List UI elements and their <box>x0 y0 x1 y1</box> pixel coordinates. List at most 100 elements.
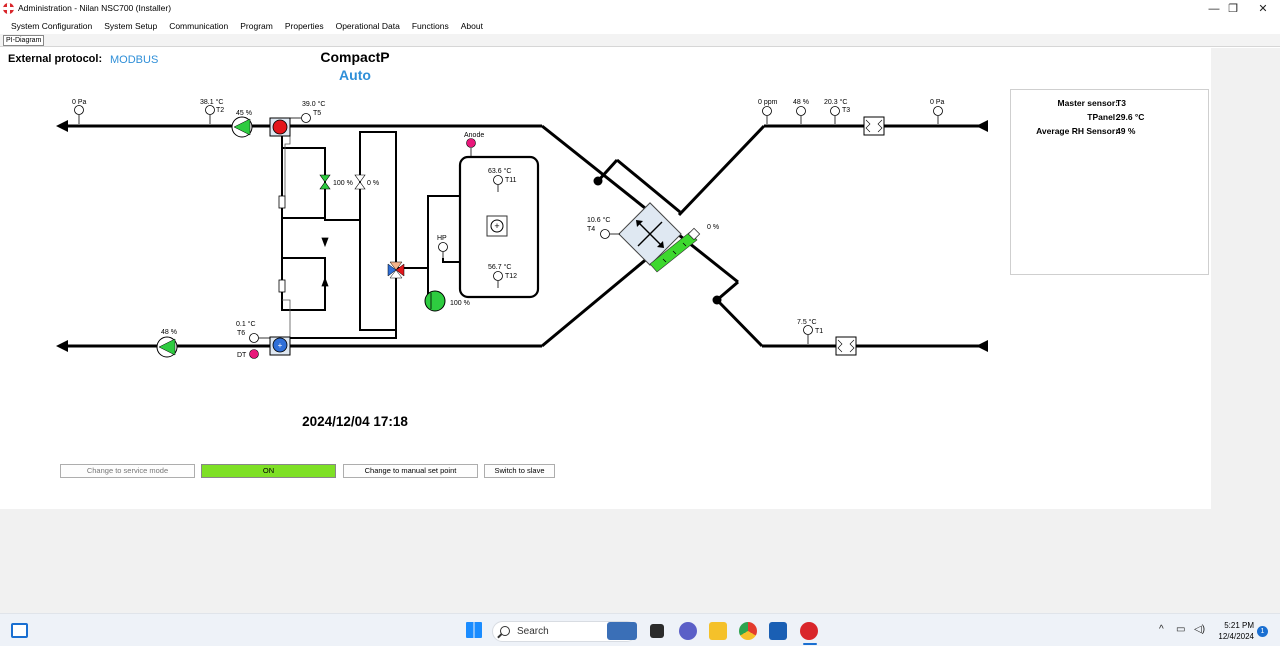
bypass-valve-icon <box>354 174 366 190</box>
task-view-icon[interactable] <box>650 624 664 638</box>
notification-badge[interactable]: 1 <box>1257 626 1268 637</box>
menu-bar: System Configuration System Setup Commun… <box>0 18 1280 34</box>
compressor-icon <box>424 290 446 312</box>
search-icon <box>500 626 510 636</box>
manual-set-point-button[interactable]: Change to manual set point <box>343 464 478 478</box>
t3-label: T3 <box>842 107 850 114</box>
exhaust-fan-icon <box>231 116 253 138</box>
extract-filter-icon <box>863 116 885 136</box>
current-datetime: 2024/12/04 17:18 <box>302 414 408 429</box>
intake-pressure-value: 0 Pa <box>930 99 945 106</box>
t12-label: T12 <box>505 273 517 280</box>
switch-to-slave-button[interactable]: Switch to slave <box>484 464 555 478</box>
t12-value: 56.7 °C <box>488 263 511 271</box>
on-toggle-button[interactable]: ON <box>201 464 336 478</box>
menu-program[interactable]: Program <box>234 18 279 34</box>
menu-system-configuration[interactable]: System Configuration <box>5 18 98 34</box>
menu-system-setup[interactable]: System Setup <box>98 18 163 34</box>
exhaust-outlet-arrow <box>56 120 68 132</box>
bottom-margin <box>0 509 1280 613</box>
heater-red-icon <box>272 119 288 135</box>
svg-text:+: + <box>278 341 283 350</box>
active-app-indicator <box>803 643 817 645</box>
compressor-value: 100 % <box>450 300 470 307</box>
clock-time: 5:21 PM <box>1224 621 1254 630</box>
bypass-damper-value: 0 % <box>707 224 719 231</box>
taskbar: Search ^ ▭ ◁) 5:21 PM 12/4/2024 1 <box>0 613 1280 646</box>
system-clock[interactable]: 5:21 PM 12/4/2024 <box>1208 620 1254 642</box>
t2-value: 38.1 °C <box>200 98 223 106</box>
check-valve-icon <box>278 195 329 293</box>
supply-outlet-arrow <box>56 340 68 352</box>
menu-operational-data[interactable]: Operational Data <box>330 18 406 34</box>
nilan-app-icon[interactable] <box>800 622 818 640</box>
sensor-info-panel: Master sensor: T3 TPanel: 29.6 °C Averag… <box>1010 89 1209 275</box>
t5-value: 39.0 °C <box>302 100 325 108</box>
t1-label: T1 <box>815 328 823 335</box>
t3-value: 20.3 °C <box>824 98 847 106</box>
heat-exchanger-icon <box>618 202 701 273</box>
app-logo-icon <box>3 3 14 14</box>
menu-about[interactable]: About <box>455 18 489 34</box>
exhaust-fan-value: 45 % <box>236 110 252 117</box>
info-row-tpanel: TPanel: 29.6 °C <box>1011 112 1210 124</box>
anode-label: Anode <box>464 132 484 139</box>
close-button[interactable]: ✕ <box>1246 0 1280 18</box>
t6-label: T6 <box>237 330 245 337</box>
search-highlight-icon[interactable] <box>607 622 637 640</box>
expansion-valve-icon <box>319 174 331 190</box>
service-mode-button[interactable]: Change to service mode <box>60 464 195 478</box>
title-bar: Administration - Nilan NSC700 (Installer… <box>0 0 1280 18</box>
t1-value: 7.5 °C <box>797 318 817 326</box>
t11-label: T11 <box>505 177 517 184</box>
info-key: Master sensor: <box>1057 98 1118 108</box>
co2-value: 0 ppm <box>758 99 778 106</box>
supply-fan-value: 48 % <box>161 329 177 336</box>
four-way-valve-icon <box>387 261 405 279</box>
tab-pi-diagram[interactable]: PI-Diagram <box>3 35 45 46</box>
network-icon[interactable]: ▭ <box>1176 624 1185 635</box>
volume-icon[interactable]: ◁) <box>1194 624 1205 635</box>
info-row-master-sensor: Master sensor: T3 <box>1011 98 1210 110</box>
info-value: T3 <box>1116 98 1126 108</box>
anode-sensor-icon <box>466 138 476 148</box>
file-explorer-icon[interactable] <box>709 622 727 640</box>
search-placeholder: Search <box>517 626 549 637</box>
t4-value: 10.6 °C <box>587 216 610 224</box>
supply-fan-icon <box>156 336 178 358</box>
junction-icon <box>593 176 603 186</box>
t4-label: T4 <box>587 226 595 233</box>
exhaust-pressure-value: 0 Pa <box>72 99 87 106</box>
outdoor-inlet-arrow <box>976 340 988 352</box>
store-icon[interactable] <box>769 622 787 640</box>
restore-button[interactable]: ❐ <box>1216 0 1250 18</box>
t11-value: 63.6 °C <box>488 167 511 175</box>
expansion-valve-value: 100 % <box>333 180 353 187</box>
right-margin <box>1211 48 1280 510</box>
teams-chat-icon[interactable] <box>679 622 697 640</box>
svg-text:+: + <box>494 221 499 231</box>
menu-communication[interactable]: Communication <box>163 18 234 34</box>
menu-properties[interactable]: Properties <box>279 18 330 34</box>
hp-label: HP <box>437 235 447 242</box>
pi-diagram: + + 0 Pa 38.1 °C T2 45 % 39.0 °C T5 Anod… <box>56 98 988 359</box>
widgets-icon[interactable] <box>11 623 28 638</box>
info-row-average-rh: Average RH Sensor: 49 % <box>1011 126 1210 138</box>
t2-label: T2 <box>216 107 224 114</box>
outdoor-filter-icon <box>835 336 857 356</box>
menu-functions[interactable]: Functions <box>406 18 455 34</box>
tab-strip: PI-Diagram <box>0 34 1280 47</box>
info-value: 49 % <box>1116 126 1136 136</box>
start-icon[interactable] <box>466 622 482 638</box>
t6-value: 0.1 °C <box>236 320 256 328</box>
clock-date: 12/4/2024 <box>1218 632 1254 641</box>
dt-label: DT <box>237 352 247 359</box>
extract-inlet-arrow <box>976 120 988 132</box>
junction-icon <box>712 295 722 305</box>
t5-label: T5 <box>313 110 321 117</box>
window-title: Administration - Nilan NSC700 (Installer… <box>18 3 172 13</box>
chevron-up-icon[interactable]: ^ <box>1159 624 1164 635</box>
bypass-valve-value: 0 % <box>367 180 379 187</box>
chrome-icon[interactable] <box>739 622 757 640</box>
dt-sensor-icon <box>249 349 259 359</box>
